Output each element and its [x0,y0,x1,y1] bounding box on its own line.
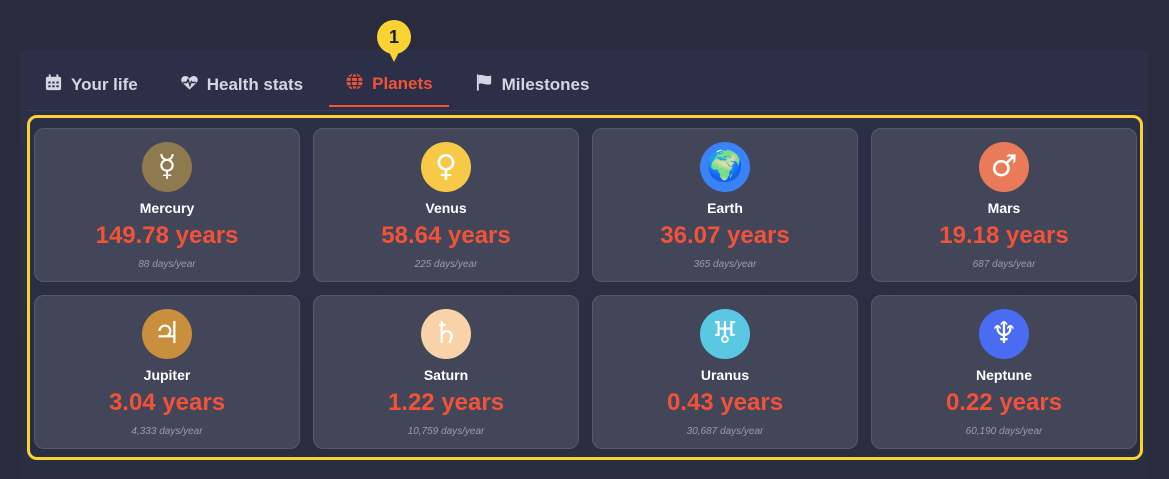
planet-days-per-year: 365 days/year [693,259,757,270]
planet-card-earth: 🌍 Earth 36.07 years 365 days/year [592,128,858,282]
tab-milestones-label: Milestones [501,75,590,94]
planet-age: 0.22 years [945,389,1063,416]
tab-planets-label: Planets [372,74,433,93]
tab-bar: Your life Health stats Planets Milestone… [28,62,615,108]
uranus-icon: ♅ [700,309,750,359]
planet-days-per-year: 30,687 days/year [686,426,764,437]
venus-icon: ♀ [421,142,471,192]
tab-milestones[interactable]: Milestones [459,63,606,107]
planet-age: 36.07 years [660,222,790,249]
planet-days-per-year: 687 days/year [972,259,1036,270]
planet-name: Neptune [976,367,1032,383]
planet-name: Earth [707,200,743,216]
earth-icon: 🌍 [700,142,750,192]
calendar-icon [44,73,63,97]
planet-name: Mercury [139,200,195,216]
planet-card-mars: ♂ Mars 19.18 years 687 days/year [871,128,1137,282]
tour-step-number: 1 [388,26,399,47]
planet-age: 1.22 years [387,389,505,416]
planet-card-jupiter: ♃ Jupiter 3.04 years 4,333 days/year [34,295,300,449]
jupiter-icon: ♃ [142,309,192,359]
planet-days-per-year: 4,333 days/year [131,426,203,437]
planet-age: 58.64 years [381,222,511,249]
planet-age: 149.78 years [95,222,239,249]
tab-your-life-label: Your life [71,75,138,94]
planet-days-per-year: 225 days/year [414,259,478,270]
planet-name: Venus [425,200,467,216]
planet-card-venus: ♀ Venus 58.64 years 225 days/year [313,128,579,282]
planet-age: 19.18 years [939,222,1069,249]
globe-icon [345,72,364,96]
planet-name: Saturn [423,367,469,383]
planet-name: Jupiter [143,367,191,383]
planet-card-neptune: ♆ Neptune 0.22 years 60,190 days/year [871,295,1137,449]
neptune-icon: ♆ [979,309,1029,359]
planet-days-per-year: 10,759 days/year [407,426,485,437]
planet-age: 3.04 years [108,389,226,416]
tab-your-life[interactable]: Your life [28,63,154,107]
tab-divider [28,110,1140,111]
flag-icon [475,73,494,97]
planet-grid: ☿ Mercury 149.78 years 88 days/year ♀ Venus 58… [34,128,1137,449]
tab-health-stats[interactable]: Health stats [164,63,319,107]
planet-name: Uranus [700,367,750,383]
planet-card-uranus: ♅ Uranus 0.43 years 30,687 days/year [592,295,858,449]
saturn-icon: ♄ [421,309,471,359]
planet-card-mercury: ☿ Mercury 149.78 years 88 days/year [34,128,300,282]
mercury-icon: ☿ [142,142,192,192]
planet-name: Mars [987,200,1021,216]
tab-health-stats-label: Health stats [206,75,304,94]
planet-card-saturn: ♄ Saturn 1.22 years 10,759 days/year [313,295,579,449]
tab-planets[interactable]: Planets [329,63,449,107]
planet-age: 0.43 years [666,389,784,416]
planet-days-per-year: 60,190 days/year [965,426,1043,437]
mars-icon: ♂ [979,142,1029,192]
heartbeat-icon [180,73,199,97]
planet-days-per-year: 88 days/year [138,259,196,270]
tour-step-badge: 1 [376,19,412,62]
